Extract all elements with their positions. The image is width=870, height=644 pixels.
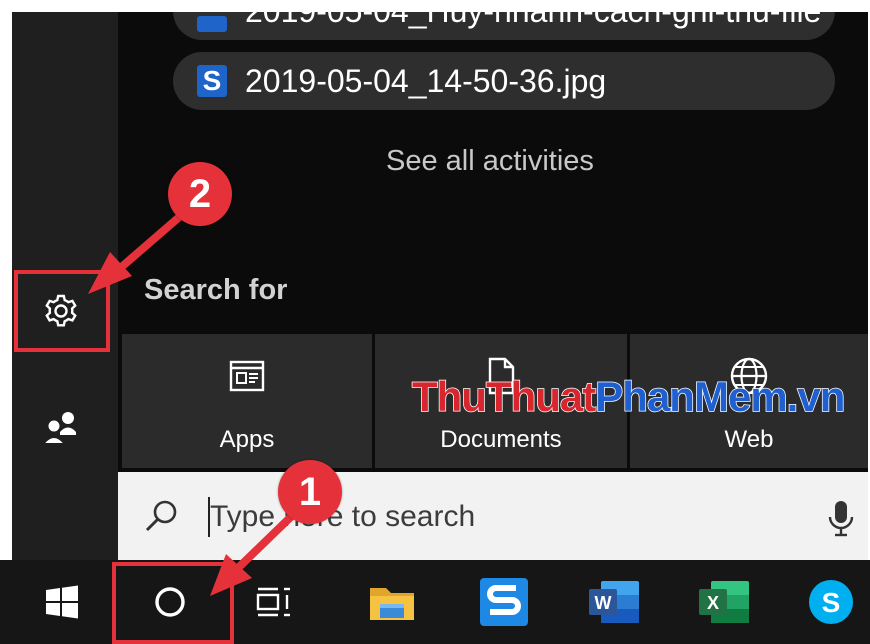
search-input[interactable]: Type here to search bbox=[210, 500, 475, 534]
file-type-icon bbox=[197, 16, 227, 32]
tile-label: Documents bbox=[440, 426, 562, 453]
activity-file-name: 2019-05-04_Huy-nhanh-cach-ghi-thu-file bbox=[245, 12, 821, 30]
watermark-part: .vn bbox=[786, 372, 846, 421]
excel-icon: X bbox=[699, 581, 749, 623]
word-letter: W bbox=[595, 593, 612, 613]
page-margin-top bbox=[0, 0, 870, 12]
search-for-heading: Search for bbox=[144, 274, 288, 306]
skype-icon: S bbox=[809, 580, 853, 624]
task-view-icon bbox=[256, 587, 290, 617]
file-explorer-button[interactable] bbox=[350, 560, 434, 644]
skype-letter: S bbox=[822, 587, 841, 618]
tile-label: Web bbox=[724, 426, 774, 453]
recent-activity-item[interactable]: 2019-05-04_Huy-nhanh-cach-ghi-thu-file bbox=[173, 12, 835, 40]
taskbar-search-box[interactable]: Type here to search bbox=[118, 472, 868, 560]
watermark-part: Thu bbox=[411, 372, 487, 421]
site-watermark: ThuThuatPhanMem.vn bbox=[411, 372, 846, 421]
watermark-part: Phan bbox=[595, 372, 696, 421]
snagit-s-icon bbox=[480, 578, 528, 626]
see-all-activities-link[interactable]: See all activities bbox=[386, 145, 594, 178]
apps-window-icon bbox=[229, 360, 265, 392]
tile-label: Apps bbox=[219, 426, 275, 453]
word-button[interactable]: W bbox=[572, 560, 656, 644]
activity-file-name: 2019-05-04_14-50-36.jpg bbox=[245, 62, 607, 99]
start-button[interactable] bbox=[20, 560, 104, 644]
snagit-button[interactable] bbox=[462, 560, 546, 644]
windows-logo-icon bbox=[46, 585, 78, 619]
excel-button[interactable]: X bbox=[682, 560, 766, 644]
search-scope-apps-tile[interactable]: Apps bbox=[122, 334, 372, 468]
cortana-highlight-box bbox=[112, 562, 234, 644]
folder-icon bbox=[370, 588, 414, 620]
word-icon: W bbox=[589, 581, 639, 623]
excel-letter: X bbox=[707, 593, 719, 613]
watermark-part: Thuat bbox=[485, 372, 597, 421]
magnifier-icon bbox=[145, 500, 177, 532]
feedback-button[interactable] bbox=[40, 406, 82, 448]
step-1-callout: 1 bbox=[278, 460, 342, 524]
microphone-icon[interactable] bbox=[826, 498, 856, 538]
settings-highlight-box bbox=[14, 270, 110, 352]
snagit-s-icon: S bbox=[197, 65, 227, 97]
page-margin-left bbox=[0, 0, 12, 560]
people-icon bbox=[40, 412, 76, 445]
recent-activity-item[interactable]: S 2019-05-04_14-50-36.jpg bbox=[173, 52, 835, 110]
task-view-button[interactable] bbox=[232, 560, 316, 644]
skype-button[interactable]: S bbox=[792, 560, 870, 644]
step-2-callout: 2 bbox=[168, 162, 232, 226]
watermark-part: Mem bbox=[693, 372, 788, 421]
